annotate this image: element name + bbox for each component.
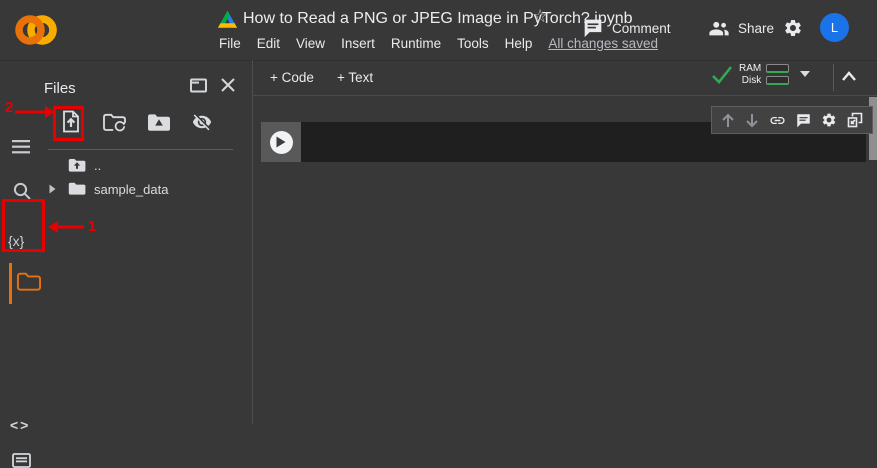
settings-gear-icon[interactable] [783,18,803,38]
files-toolbar-divider [48,149,233,150]
tree-item-label: .. [94,158,101,173]
collapse-header-icon[interactable] [840,69,858,83]
add-comment-icon[interactable] [796,113,811,128]
table-of-contents-icon[interactable] [12,140,30,154]
folder-icon [68,182,86,196]
share-label: Share [738,21,774,36]
tree-item-label: sample_data [94,182,168,197]
avatar-letter: L [831,20,838,35]
move-cell-up-icon[interactable] [721,113,735,128]
parent-dir-icon [68,158,86,173]
menu-runtime[interactable]: Runtime [391,36,441,51]
annotation-arrow-1 [48,219,84,235]
add-code-button[interactable]: + Code [270,70,314,85]
menu-bar: File Edit View Insert Runtime Tools Help… [219,36,658,51]
annotation-box-1 [2,199,45,252]
notebook-toolbar: + Code + Text RAM Disk [253,60,877,96]
expand-arrow-icon[interactable] [49,184,56,194]
disk-meter [766,76,789,85]
avatar[interactable]: L [820,13,849,42]
move-cell-down-icon[interactable] [745,113,759,128]
comment-button[interactable]: Comment [583,18,671,38]
hidden-files-icon[interactable] [191,112,213,132]
run-cell-button[interactable] [261,122,301,162]
code-snippets-icon[interactable]: <> [10,417,30,433]
comment-icon [583,18,603,38]
star-icon[interactable]: ☆ [532,6,548,27]
resources-indicator[interactable]: RAM Disk [710,62,810,86]
connected-checkmark-icon [710,62,734,86]
mirror-cell-icon[interactable] [847,112,863,128]
terminal-icon[interactable] [12,453,31,468]
open-panel-in-tab-icon[interactable] [190,78,207,93]
ram-meter [766,64,789,73]
colab-logo[interactable] [14,10,58,50]
toolbar-divider [833,64,834,91]
files-tab-icon[interactable] [16,271,41,292]
tree-row-parent[interactable]: .. [44,157,252,178]
panel-divider[interactable] [252,60,253,424]
notebook-title[interactable]: How to Read a PNG or JPEG Image in PyTor… [243,10,633,28]
play-icon [276,136,286,148]
save-status[interactable]: All changes saved [548,36,658,51]
files-tab-active-indicator [9,263,12,304]
mount-drive-icon[interactable] [147,113,170,131]
files-panel-title: Files [44,80,76,97]
share-button[interactable]: Share [708,18,774,38]
share-people-icon [708,18,730,38]
top-bar: How to Read a PNG or JPEG Image in PyTor… [0,0,877,61]
add-text-button[interactable]: + Text [337,70,373,85]
ram-label: RAM [739,63,761,74]
cell-toolbar [711,106,873,134]
cell-settings-gear-icon[interactable] [821,112,837,128]
menu-file[interactable]: File [219,36,241,51]
annotation-box-2 [53,106,84,141]
annotation-step-1-label: 1 [88,218,96,235]
menu-help[interactable]: Help [505,36,533,51]
resources-dropdown-icon[interactable] [800,71,810,77]
copy-link-to-cell-icon[interactable] [769,112,786,129]
drive-icon [217,9,238,29]
annotation-arrow-2 [13,104,55,120]
refresh-folder-icon[interactable] [103,113,127,132]
menu-edit[interactable]: Edit [257,36,280,51]
disk-label: Disk [742,75,761,86]
tree-row-sample-data[interactable]: sample_data [44,180,252,201]
comment-label: Comment [612,21,671,36]
menu-view[interactable]: View [296,36,325,51]
menu-insert[interactable]: Insert [341,36,375,51]
close-panel-icon[interactable] [220,77,236,93]
menu-tools[interactable]: Tools [457,36,489,51]
